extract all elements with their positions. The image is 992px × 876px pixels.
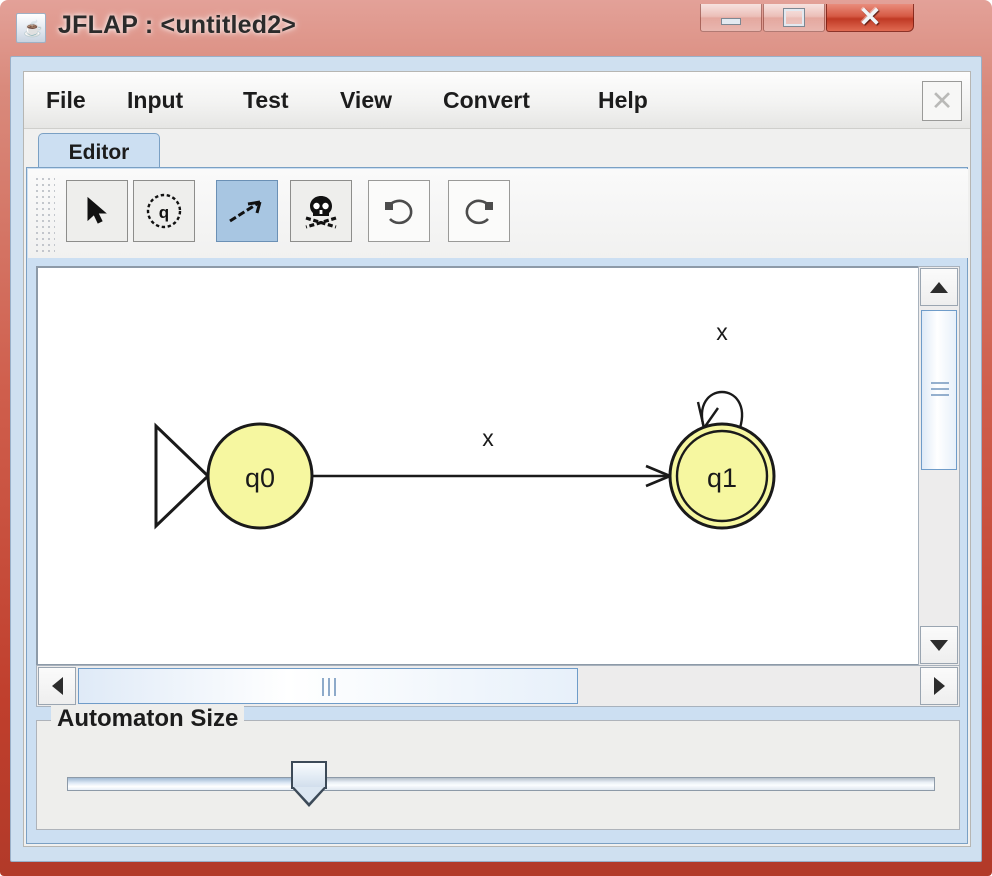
triangle-up-icon [930, 281, 948, 293]
window-client-frame: File Input Test View Convert Help ✕ Edit… [10, 56, 982, 862]
minimize-button[interactable] [700, 4, 762, 32]
automaton-size-label: Automaton Size [51, 705, 245, 733]
menu-item-input[interactable]: Input [121, 84, 189, 117]
triangle-left-icon [51, 677, 63, 695]
transition-creator-tool-button[interactable] [216, 180, 278, 242]
close-document-button[interactable]: ✕ [922, 81, 962, 121]
vertical-scrollbar-thumb[interactable] [921, 310, 957, 470]
initial-state-marker [154, 422, 211, 530]
automaton-graph: q0 q1 x x [154, 319, 776, 530]
automaton-size-group: Automaton Size [36, 705, 960, 830]
scroll-right-button[interactable] [920, 667, 958, 705]
maximize-button[interactable] [763, 4, 825, 32]
window-title: JFLAP : <untitled2> [58, 11, 297, 39]
state-label-q0: q0 [245, 463, 275, 493]
state-creator-tool-button[interactable]: q [133, 180, 195, 242]
slider-filled-track [68, 778, 300, 790]
maximize-icon [764, 4, 824, 31]
minimize-icon [701, 4, 761, 31]
menu-bar: File Input Test View Convert Help ✕ [24, 72, 970, 129]
close-document-icon: ✕ [930, 85, 954, 116]
triangle-down-icon [930, 639, 948, 651]
menu-item-help[interactable]: Help [592, 84, 654, 117]
automaton-size-slider[interactable] [67, 777, 935, 791]
redo-arrow-icon [449, 181, 509, 241]
skull-crossbones-icon [291, 181, 351, 241]
scroll-down-button[interactable] [920, 626, 958, 664]
toolbar-drag-handle[interactable] [33, 175, 55, 253]
editor-panel: q q0 q1 x x Automaton Size [26, 167, 968, 844]
application-pane: File Input Test View Convert Help ✕ Edit… [23, 71, 971, 847]
transition-arrow-icon [217, 181, 277, 241]
state-circle-q-icon: q [134, 181, 194, 241]
horizontal-scrollbar-thumb[interactable] [78, 668, 578, 704]
deleter-tool-button[interactable] [290, 180, 352, 242]
attribute-editor-tool-button[interactable] [66, 180, 128, 242]
slider-thumb-body [291, 761, 327, 789]
slider-thumb-point-inner [294, 787, 324, 803]
scroll-up-button[interactable] [920, 268, 958, 306]
scroll-left-button[interactable] [38, 667, 76, 705]
canvas-vertical-scrollbar[interactable] [918, 266, 960, 666]
tab-strip: Editor [24, 129, 970, 173]
menu-item-test[interactable]: Test [237, 84, 295, 117]
svg-text:q: q [159, 203, 169, 222]
menu-item-convert[interactable]: Convert [437, 84, 536, 117]
tab-editor-label: Editor [68, 141, 130, 164]
transition-label-q1-q1[interactable]: x [716, 319, 728, 345]
title-bar: ☕ JFLAP : <untitled2> ✕ [0, 0, 992, 58]
menu-item-file[interactable]: File [40, 84, 92, 117]
state-label-q1: q1 [707, 463, 737, 493]
menu-item-view[interactable]: View [334, 84, 398, 117]
cursor-arrow-icon [67, 181, 127, 241]
editor-toolbar: q [28, 169, 968, 258]
undo-arrow-icon [369, 181, 429, 241]
undo-tool-button[interactable] [368, 180, 430, 242]
transition-label-q0-q1[interactable]: x [482, 425, 494, 451]
close-window-button[interactable]: ✕ [826, 2, 914, 32]
close-icon: ✕ [858, 2, 882, 32]
slider-thumb[interactable] [291, 761, 327, 807]
automaton-canvas[interactable]: q0 q1 x x [36, 266, 960, 666]
java-cup-icon: ☕ [16, 13, 46, 43]
triangle-right-icon [933, 677, 945, 695]
application-window: ☕ JFLAP : <untitled2> ✕ File Input Test … [0, 0, 992, 876]
canvas-horizontal-scrollbar[interactable] [36, 665, 960, 707]
redo-tool-button[interactable] [448, 180, 510, 242]
java-cup-glyph: ☕ [23, 21, 43, 38]
